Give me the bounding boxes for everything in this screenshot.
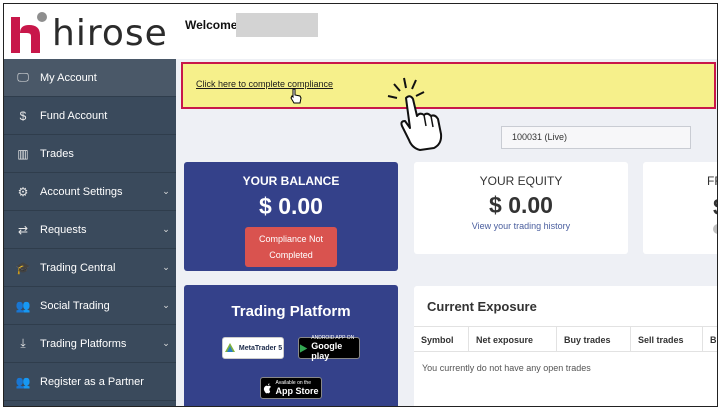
column-header: Buy trades (557, 327, 631, 351)
sidebar-item-requests[interactable]: ⇄ Requests ⌄ (4, 211, 176, 249)
complete-compliance-link[interactable]: Click here to complete compliance (196, 79, 333, 89)
free-margin-value: $ (713, 194, 717, 221)
balance-card: YOUR BALANCE $ 0.00 Compliance Not Compl… (184, 162, 398, 271)
equity-card: YOUR EQUITY $ 0.00 View your trading his… (414, 162, 628, 254)
compliance-not-completed-button[interactable]: Compliance Not Completed (245, 227, 337, 267)
hirose-logo[interactable]: hirose (8, 10, 178, 56)
welcome-username-redacted (236, 13, 318, 37)
free-margin-title: FR (707, 174, 717, 188)
sidebar-item-label: Trading Central (40, 261, 116, 274)
cursor-pointer-icon (289, 88, 303, 107)
dollar-icon: $ (19, 108, 27, 123)
logo-wordmark: hirose (52, 12, 168, 54)
sidebar-item-social-trading[interactable]: 👥 Social Trading ⌄ (4, 287, 176, 325)
equity-value: $ 0.00 (489, 192, 553, 218)
balance-title: YOUR BALANCE (242, 174, 340, 188)
current-exposure-panel: Current Exposure Symbol Net exposure Buy… (414, 286, 717, 406)
sidebar-item-label: Trading Platforms (40, 337, 127, 350)
trading-platform-card: Trading Platform MetaTrader 5 ANDROID AP… (184, 285, 398, 406)
sidebar-item-label: Account Settings (40, 185, 123, 198)
google-play-icon (299, 343, 308, 353)
column-header: Bu (703, 327, 717, 351)
metatrader5-badge[interactable]: MetaTrader 5 (222, 337, 284, 359)
free-margin-card: FR $ (643, 162, 717, 254)
equity-title: YOUR EQUITY (479, 174, 563, 188)
sidebar-item-trades[interactable]: ▥ Trades (4, 135, 176, 173)
logo-mark-icon (11, 12, 47, 53)
sidebar-item-fund-account[interactable]: $ Fund Account (4, 97, 176, 135)
apple-icon (264, 383, 272, 393)
sidebar-item-trading-central[interactable]: 🎓 Trading Central ⌄ (4, 249, 176, 287)
exposure-table-header: Symbol Net exposure Buy trades Sell trad… (414, 326, 717, 352)
top-bar: hirose Welcome (4, 4, 717, 59)
trading-history-link[interactable]: View your trading history (414, 221, 628, 231)
exchange-icon: ⇄ (17, 222, 29, 237)
sidebar-item-label: My Account (40, 71, 97, 84)
settings-icon: ⚙ (17, 184, 29, 199)
download-icon: ⤓ (20, 336, 26, 350)
sidebar-item-label: Register as a Partner (40, 375, 144, 388)
hand-pointer-icon (387, 77, 443, 151)
sidebar-item-label: Fund Account (40, 109, 108, 122)
sidebar-item-account-settings[interactable]: ⚙ Account Settings ⌄ (4, 173, 176, 211)
chevron-down-icon[interactable]: ⌄ (156, 224, 176, 235)
chevron-down-icon[interactable]: ⌄ (156, 300, 176, 311)
balance-value: $ 0.00 (259, 193, 323, 219)
monitor-icon: 🖵 (17, 70, 29, 84)
sidebar-item-trading-platforms[interactable]: ⤓ Trading Platforms ⌄ (4, 325, 176, 363)
welcome-label: Welcome (185, 18, 238, 32)
graduation-cap-icon: 🎓 (15, 260, 31, 275)
column-header: Sell trades (631, 327, 703, 351)
no-open-trades-message: You currently do not have any open trade… (422, 363, 591, 373)
sidebar: 🖵 My Account $ Fund Account ▥ Trades ⚙ Account … (4, 59, 176, 406)
users-icon: 👥 (15, 298, 31, 313)
column-header: Net exposure (469, 327, 557, 351)
bar-chart-icon: ▥ (17, 146, 29, 161)
google-play-label: Google play (311, 341, 343, 361)
app-frame: hirose Welcome 🖵 My Account $ Fund Account ▥… (3, 3, 718, 407)
sidebar-item-my-account[interactable]: 🖵 My Account (4, 59, 176, 97)
trading-platform-title: Trading Platform (231, 303, 351, 320)
account-select[interactable]: 100031 (Live) (501, 126, 691, 149)
app-store-badge[interactable]: Available on the App Store (260, 377, 322, 399)
app-store-label: App Store (275, 386, 319, 396)
chevron-down-icon[interactable]: ⌄ (156, 338, 176, 349)
toggle-indicator[interactable] (713, 224, 717, 234)
sidebar-item-label: Trades (40, 147, 74, 160)
users-icon: 👥 (15, 374, 31, 389)
metatrader-logo-icon (224, 343, 235, 352)
current-exposure-title: Current Exposure (427, 299, 537, 314)
chevron-down-icon[interactable]: ⌄ (156, 186, 176, 197)
google-play-badge[interactable]: ANDROID APP ON Google play (298, 335, 360, 361)
sidebar-item-label: Social Trading (40, 299, 110, 312)
chevron-down-icon[interactable]: ⌄ (156, 262, 176, 273)
sidebar-item-register-as-a-partner[interactable]: 👥 Register as a Partner (4, 363, 176, 401)
column-header: Symbol (414, 327, 469, 351)
metatrader5-label: MetaTrader 5 (238, 344, 283, 352)
sidebar-item-label: Requests (40, 223, 87, 236)
